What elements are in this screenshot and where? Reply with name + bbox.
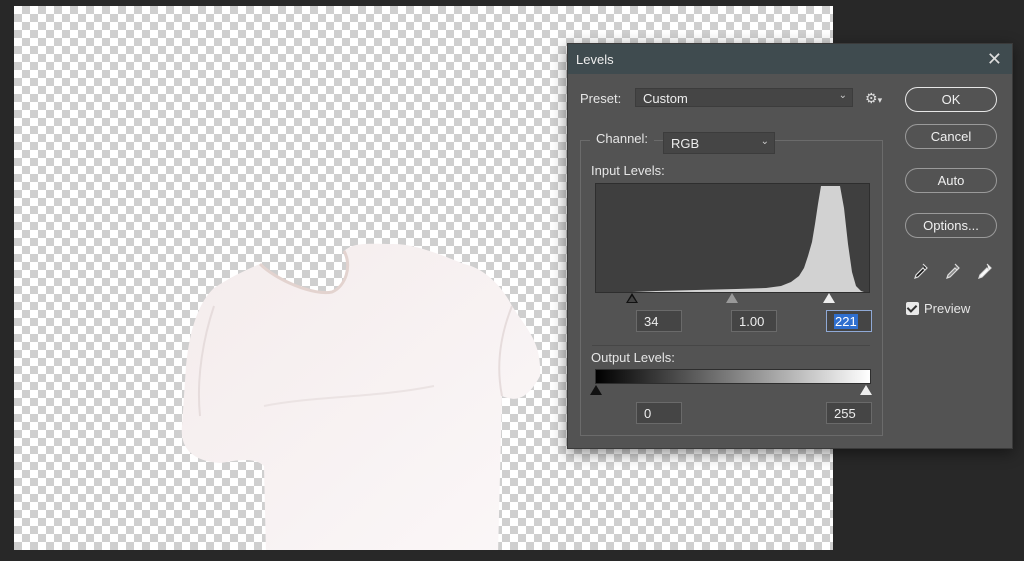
chevron-down-icon: ⌄ [760, 136, 769, 147]
input-gamma-value: 1.00 [739, 314, 765, 329]
divider [592, 345, 870, 346]
output-white-field[interactable]: 255 [826, 402, 872, 424]
channel-select[interactable]: RGB ⌄ [663, 132, 775, 154]
output-white-slider[interactable] [860, 385, 872, 395]
gear-icon[interactable]: ⚙▾ [865, 90, 882, 107]
dialog-titlebar[interactable]: Levels ✕ [568, 44, 1012, 74]
preview-checkbox[interactable] [906, 302, 919, 315]
input-white-slider[interactable] [823, 293, 835, 303]
auto-button[interactable]: Auto [905, 168, 997, 193]
close-icon[interactable]: ✕ [987, 49, 1002, 70]
black-point-eyedropper-icon[interactable] [913, 262, 929, 280]
white-point-eyedropper-icon[interactable] [977, 262, 993, 280]
input-black-field[interactable]: 34 [636, 310, 682, 332]
output-levels-label: Output Levels: [591, 350, 675, 365]
input-white-value: 221 [834, 314, 858, 329]
output-black-value: 0 [644, 406, 652, 421]
cancel-button[interactable]: Cancel [905, 124, 997, 149]
input-gamma-field[interactable]: 1.00 [731, 310, 777, 332]
channel-value: RGB [671, 136, 700, 151]
preset-label: Preset: [580, 91, 622, 106]
histogram-graph [632, 186, 864, 292]
preset-select[interactable]: Custom ⌄ [635, 88, 853, 107]
output-black-field[interactable]: 0 [636, 402, 682, 424]
output-gradient [595, 369, 871, 384]
chevron-down-icon: ⌄ [838, 90, 847, 101]
gray-point-eyedropper-icon[interactable] [945, 262, 961, 280]
levels-dialog: Levels ✕ Preset: Custom ⌄ ⚙▾ Channel: RG… [567, 43, 1013, 449]
preset-value: Custom [643, 91, 688, 106]
output-black-slider[interactable] [590, 385, 602, 395]
dialog-title: Levels [576, 52, 614, 67]
input-black-slider-inner [628, 296, 636, 302]
input-gamma-slider[interactable] [726, 293, 738, 303]
preview-label: Preview [924, 301, 971, 316]
histogram [595, 183, 870, 293]
channel-label: Channel: [596, 131, 649, 146]
input-levels-label: Input Levels: [591, 163, 665, 178]
options-button[interactable]: Options... [905, 213, 997, 238]
input-white-field[interactable]: 221 [826, 310, 872, 332]
input-black-value: 34 [644, 314, 659, 329]
output-white-value: 255 [834, 406, 856, 421]
ok-button[interactable]: OK [905, 87, 997, 112]
channel-legend: Channel: [590, 131, 655, 146]
